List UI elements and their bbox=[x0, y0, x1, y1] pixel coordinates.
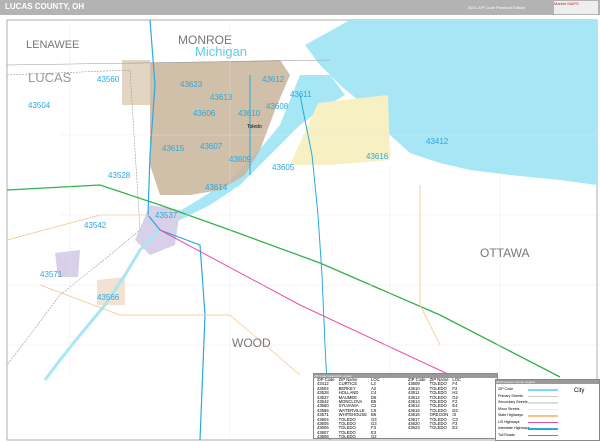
zip-label: 43528 bbox=[108, 171, 131, 180]
map-legend: 2019 Census County Legend City ZIP Code P… bbox=[495, 379, 600, 441]
map-title: LUCAS COUNTY, OH bbox=[5, 2, 85, 11]
legend-item: Primary Streets bbox=[498, 394, 558, 399]
legend-swatch bbox=[528, 408, 558, 410]
region-label-lenawee: LENAWEE bbox=[26, 39, 79, 51]
legend-item: Interstate Highways bbox=[498, 426, 558, 431]
legend-swatch bbox=[528, 421, 558, 423]
legend-swatch bbox=[528, 402, 558, 404]
legend-swatch bbox=[528, 395, 558, 397]
legend-swatch bbox=[528, 415, 558, 417]
table-row: 43608 TOLEDO G2 bbox=[315, 434, 382, 440]
zip-label: 43609 bbox=[229, 155, 252, 164]
legend-item: State Highways bbox=[498, 413, 558, 418]
legend-item-label: State Highways bbox=[498, 413, 523, 417]
loc-cell: G2 bbox=[371, 434, 377, 440]
zip-label: 43605 bbox=[272, 163, 295, 172]
zip-label: 43615 bbox=[162, 144, 185, 153]
zip-label: 43607 bbox=[200, 142, 223, 151]
zip-code-index-table: ZIP Code Index/Grid Locator ZIP Code ZIP … bbox=[313, 373, 498, 439]
sylvania-area bbox=[122, 60, 150, 105]
zip-table-left: ZIP Code ZIP Name LOC 43412 CURTICE L3 43504 B… bbox=[315, 377, 382, 440]
zip-label: 43616 bbox=[366, 152, 389, 161]
zip-label: 43537 bbox=[155, 211, 178, 220]
legend-item: US Highways bbox=[498, 420, 558, 425]
zip-name-cell: TOLEDO bbox=[429, 425, 447, 431]
table-row: 43623 TOLEDO E2 bbox=[406, 425, 463, 431]
legend-item-label: Primary Streets bbox=[498, 393, 523, 398]
zip-label: 43608 bbox=[266, 102, 289, 111]
city-label-toledo: Toledo bbox=[247, 124, 262, 130]
zip-label: 43412 bbox=[426, 137, 449, 146]
legend-item-label: Interstate Highways bbox=[498, 426, 530, 430]
legend-item-label: Minor Streets bbox=[498, 406, 520, 411]
zip-label: 43542 bbox=[84, 221, 107, 230]
zip-label: 43571 bbox=[40, 270, 63, 279]
legend-item: Toll Roads bbox=[498, 433, 558, 438]
zip-name-cell: TOLEDO bbox=[338, 434, 356, 440]
zip-label: 43613 bbox=[210, 93, 233, 102]
legend-item: Minor Streets bbox=[498, 407, 558, 412]
state-label-michigan: Michigan bbox=[195, 44, 247, 59]
region-label-wood: WOOD bbox=[232, 336, 271, 350]
zip-code-cell: 43623 bbox=[408, 425, 420, 431]
zip-table-right: ZIP Code ZIP Name LOC 43609 TOLEDO F4 43610 TO… bbox=[406, 377, 463, 431]
legend-city-title: City bbox=[574, 388, 585, 394]
zip-label: 43610 bbox=[238, 109, 261, 118]
legend-swatch bbox=[528, 434, 558, 436]
zip-label: 43611 bbox=[290, 90, 312, 99]
zip-label: 43606 bbox=[193, 109, 216, 118]
loc-cell: E2 bbox=[452, 425, 458, 431]
zip-label: 43612 bbox=[262, 75, 285, 84]
zip-code-cell: 43608 bbox=[317, 434, 329, 440]
edition-label: 2021 ZIP Code Premium Edition bbox=[468, 5, 526, 10]
legend-item-label: Toll Roads bbox=[498, 432, 515, 437]
legend-title: 2019 Census County Legend bbox=[496, 380, 599, 384]
legend-item: Secondary Streets bbox=[498, 400, 558, 405]
legend-swatch bbox=[528, 428, 558, 430]
zip-label: 43623 bbox=[180, 80, 203, 89]
logo-text: Market MAPS bbox=[554, 1, 579, 6]
zip-label: 43614 bbox=[205, 183, 228, 192]
legend-item-label: ZIP Code bbox=[498, 387, 514, 391]
legend-item-label: Secondary Streets bbox=[498, 400, 528, 404]
zip-label: 43566 bbox=[97, 293, 120, 302]
legend-item: ZIP Code bbox=[498, 387, 558, 392]
zip-label: 43504 bbox=[28, 101, 51, 110]
zip-label: 43560 bbox=[97, 75, 120, 84]
publisher-logo: Market MAPS bbox=[554, 1, 598, 14]
legend-swatch bbox=[528, 389, 558, 391]
map-canvas[interactable]: LENAWEE MONROE Michigan LUCAS WOOD OTTAW… bbox=[0, 15, 600, 442]
header-bar: LUCAS COUNTY, OH 2021 ZIP Code Premium E… bbox=[0, 0, 600, 15]
region-label-lucas: LUCAS bbox=[28, 70, 72, 85]
legend-item-label: US Highways bbox=[498, 419, 520, 424]
region-label-ottawa: OTTAWA bbox=[480, 246, 530, 260]
